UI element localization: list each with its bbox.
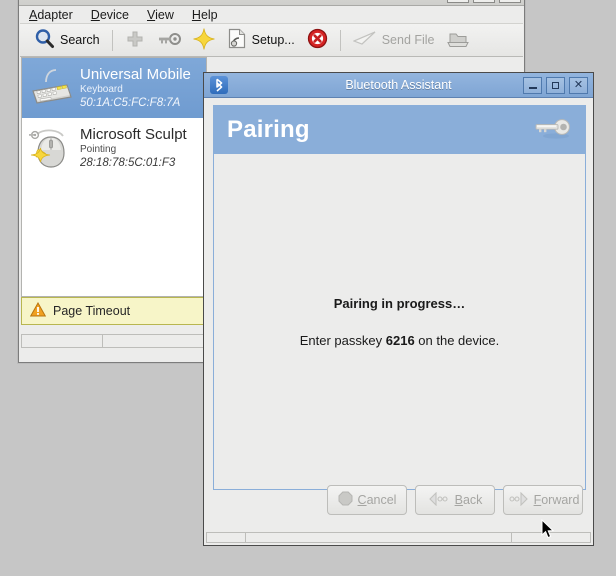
toolbar-setup-label: Setup... [251,33,295,47]
device-info: Universal Mobile Keyboard 50:1A:C5:FC:F8… [80,66,191,110]
passkey-instruction: Enter passkey 6216 on the device. [300,333,499,348]
toolbar-search-label: Search [60,33,100,47]
bluetooth-assistant-dialog: Bluetooth Assistant ✕ Pairing Pairing in… [203,72,594,546]
stop-icon [338,491,353,509]
toolbar-separator-2 [339,29,341,51]
setup-document-icon [227,28,247,52]
dialog-window-controls: ✕ [523,77,588,94]
forward-label: Forward [534,493,580,507]
dialog-header: Pairing [213,105,586,154]
back-button[interactable]: Back [415,485,495,515]
keyboard-icon [27,64,75,112]
device-row-universal-mobile[interactable]: Universal Mobile Keyboard 50:1A:C5:FC:F8… [22,58,206,118]
status-text: Page Timeout [53,304,131,318]
toolbar-send-file-button: Send File [347,27,441,54]
back-rest: ack [462,493,483,507]
star-icon [193,27,215,53]
dialog-content: Pairing in progress… Enter passkey 6216 … [213,154,586,490]
close-icon: ✕ [573,79,584,91]
cancel-mnemonic: C [357,493,367,507]
forward-button[interactable]: Forward [503,485,583,515]
menu-help-label: elp [200,7,218,22]
menu-device-label: evice [99,7,130,22]
device-type: Pointing [80,144,117,155]
bluetooth-icon [210,76,228,94]
maximize-icon [552,82,559,89]
status-badge: Page Timeout [21,297,207,325]
cancel-rest: ancel [366,493,397,507]
device-mac-address: 28:18:78:5C:01:F3 [80,157,176,169]
arrow-right-icon [507,491,529,509]
page-title: Pairing [227,115,310,143]
minimize-icon [528,87,537,89]
cancel-label: Cancel [358,493,397,507]
key-icon [157,30,181,51]
menu-view[interactable]: View [147,8,183,22]
dialog-titlebar[interactable]: Bluetooth Assistant ✕ [204,73,593,98]
dialog-close-button[interactable]: ✕ [569,77,588,94]
paper-plane-icon [352,30,377,50]
main-close-button[interactable] [499,0,521,3]
menu-view-mnemonic: V [147,7,156,22]
main-minimize-button[interactable] [447,0,469,3]
toolbar-remove-button[interactable] [301,27,334,54]
folder-icon [446,29,469,52]
device-name: Universal Mobile [80,66,191,83]
back-label: Back [455,493,483,507]
toolbar-pair-key-button[interactable] [151,27,187,54]
dialog-statusbar-divider-2 [511,533,512,542]
warning-triangle-icon [29,301,47,320]
main-maximize-button[interactable] [473,0,495,3]
toolbar-trust-button[interactable] [187,27,221,54]
device-list[interactable]: Universal Mobile Keyboard 50:1A:C5:FC:F8… [21,57,207,297]
arrow-left-icon [428,491,450,509]
toolbar-separator-1 [111,29,113,51]
menu-device-mnemonic: D [90,7,100,22]
toolbar: Search Setup... Send File [20,24,523,57]
remove-x-icon [307,28,328,52]
plus-icon [125,29,145,52]
dialog-action-buttons: Cancel Back Forward [204,485,583,515]
device-name: Microsoft Sculpt [80,126,187,143]
toolbar-add-button[interactable] [119,27,151,54]
dialog-statusbar [206,532,591,543]
desktop-background: Adapter Device View Help Search Setup...… [0,0,616,576]
statusbar-divider [102,335,103,347]
menu-adapter[interactable]: Adapter [29,8,82,22]
menu-view-label: iew [155,7,174,22]
device-info: Microsoft Sculpt Pointing 28:18:78:5C:01… [80,126,187,170]
forward-rest: orward [541,493,580,507]
dialog-minimize-button[interactable] [523,77,542,94]
magnifier-icon [34,28,55,52]
menu-help-mnemonic: H [191,7,201,22]
key-icon [532,116,572,143]
instruction-suffix: on the device. [414,332,500,348]
toolbar-search-button[interactable]: Search [28,27,106,54]
main-window-controls [447,0,521,3]
passkey-value: 6216 [385,332,415,348]
menu-adapter-label: dapter [37,7,73,22]
instruction-prefix: Enter passkey [299,332,386,348]
device-mac-address: 50:1A:C5:FC:F8:7A [80,97,181,109]
cancel-button[interactable]: Cancel [327,485,407,515]
menu-device[interactable]: Device [91,8,138,22]
pairing-status-text: Pairing in progress… [333,295,466,311]
toolbar-browse-button[interactable] [441,27,475,54]
toolbar-send-file-label: Send File [381,33,435,47]
mouse-icon [27,124,75,172]
toolbar-setup-button[interactable]: Setup... [221,27,301,54]
device-type: Keyboard [80,84,123,95]
menu-help[interactable]: Help [192,8,227,22]
dialog-maximize-button[interactable] [546,77,565,94]
dialog-statusbar-divider-1 [245,533,246,542]
back-mnemonic: B [454,493,463,507]
menubar: Adapter Device View Help [20,6,523,24]
device-row-microsoft-sculpt[interactable]: Microsoft Sculpt Pointing 28:18:78:5C:01… [22,118,206,178]
